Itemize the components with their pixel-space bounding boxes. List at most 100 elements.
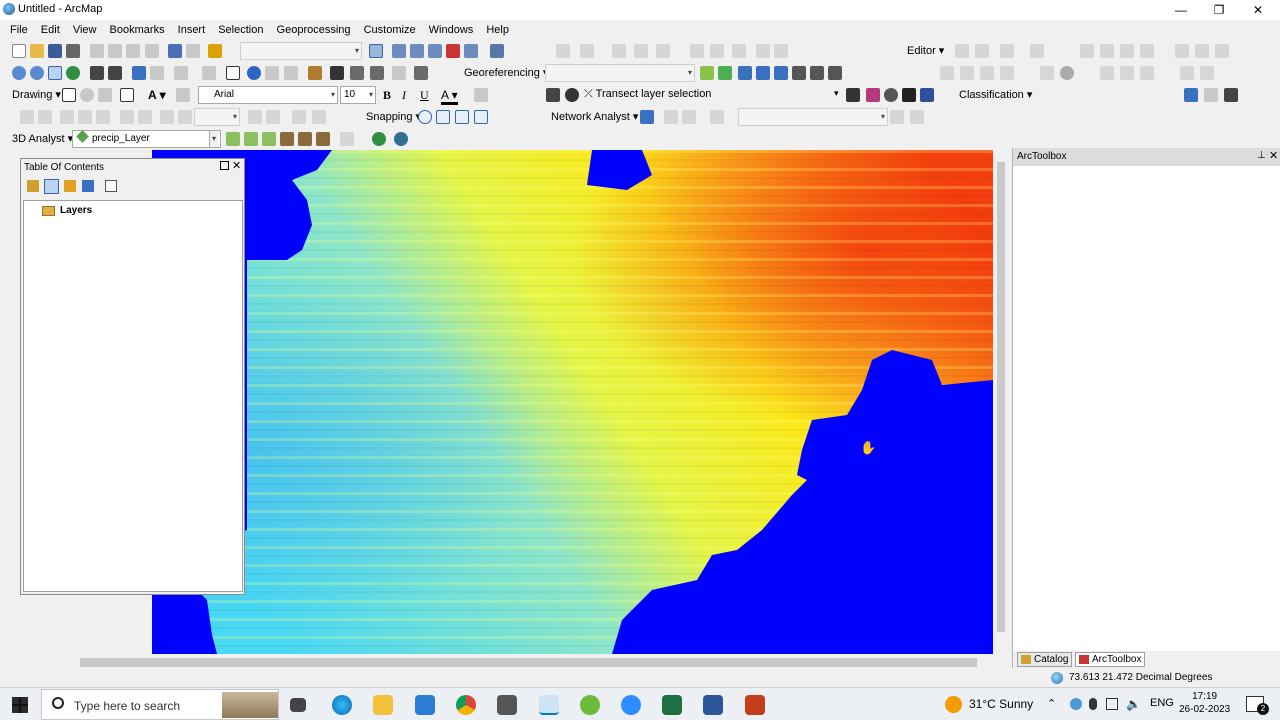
menu-geoprocessing[interactable]: Geoprocessing	[272, 20, 356, 40]
arctoolbox-close-button[interactable]: ✕	[1269, 149, 1278, 162]
add-control-points-icon[interactable]	[700, 66, 714, 80]
drawing-menu[interactable]: Drawing ▾	[12, 88, 61, 101]
tab-catalog[interactable]: Catalog	[1017, 652, 1073, 667]
bring-front-icon[interactable]	[20, 110, 34, 124]
system-clock[interactable]: 17:19 26-02-2023	[1179, 690, 1230, 716]
topo-properties-icon[interactable]	[1180, 66, 1194, 80]
classification-chart-icon[interactable]	[1204, 88, 1218, 102]
italic-button[interactable]: I	[402, 88, 406, 103]
edge-snap-icon[interactable]	[474, 110, 488, 124]
analyst3d-menu[interactable]: 3D Analyst ▾	[12, 132, 73, 145]
topo-split-icon[interactable]	[1000, 66, 1014, 80]
georef-links-icon[interactable]	[248, 110, 262, 124]
vertex-snap-icon[interactable]	[455, 110, 469, 124]
list-by-visibility-icon[interactable]	[64, 180, 76, 192]
publish-icon[interactable]	[774, 44, 788, 58]
undo-icon[interactable]	[168, 44, 182, 58]
build-network-icon[interactable]	[910, 110, 924, 124]
align-center-icon[interactable]	[78, 110, 92, 124]
windows-start-icon[interactable]	[12, 697, 28, 713]
rotate-tool-icon[interactable]	[828, 66, 842, 80]
layout-icon[interactable]	[414, 66, 428, 80]
close-button[interactable]: ✕	[1241, 0, 1275, 20]
toc-window-icon[interactable]	[392, 44, 406, 58]
toc-float-button[interactable]	[220, 161, 229, 170]
editor-menu[interactable]: Editor ▾	[907, 44, 944, 57]
arccatalog-icon[interactable]	[497, 695, 517, 715]
rectangle-icon[interactable]	[120, 88, 134, 102]
mail-icon[interactable]	[415, 695, 435, 715]
html-popup-icon[interactable]	[284, 66, 298, 80]
shift-raster-icon[interactable]	[756, 66, 770, 80]
clear-selection-icon[interactable]	[202, 66, 216, 80]
point-snap-icon[interactable]	[418, 110, 432, 124]
topo-snap-icon[interactable]	[960, 66, 974, 80]
straight-segment-icon[interactable]	[1000, 44, 1014, 58]
menu-windows[interactable]: Windows	[424, 20, 479, 40]
measure-icon[interactable]	[308, 66, 322, 80]
ungroup-icon[interactable]	[160, 110, 174, 124]
zoom-in-icon[interactable]	[12, 66, 26, 80]
auto-registration-icon[interactable]	[718, 66, 732, 80]
topo-shared-icon[interactable]	[1140, 66, 1154, 80]
fill-color-icon[interactable]	[474, 88, 488, 102]
snapping-menu[interactable]: Snapping ▾	[366, 110, 421, 123]
attributes-icon[interactable]	[1120, 44, 1134, 58]
minimize-button[interactable]: —	[1164, 0, 1198, 20]
fixed-zoom-out-icon[interactable]	[108, 66, 122, 80]
help-icon[interactable]	[902, 88, 916, 102]
swipe-icon[interactable]	[546, 88, 560, 102]
layer-combo[interactable]: precip_Layer ▾	[72, 130, 221, 148]
rotate-raster-icon[interactable]	[738, 66, 752, 80]
georef-fit-icon[interactable]	[266, 110, 280, 124]
vertical-scroll-thumb[interactable]	[997, 162, 1005, 632]
toc-options-icon[interactable]	[105, 180, 117, 192]
align-right-icon[interactable]	[96, 110, 110, 124]
error-inspector-icon[interactable]	[710, 44, 724, 58]
callout-icon[interactable]	[176, 88, 190, 102]
back-extent-icon[interactable]	[132, 66, 146, 80]
weather-text[interactable]: 31°C Sunny	[969, 697, 1033, 711]
interpolate-point-icon[interactable]	[280, 132, 294, 146]
menu-edit[interactable]: Edit	[36, 20, 65, 40]
network-layer-combo[interactable]: ▾	[738, 108, 888, 126]
go-to-xy-icon[interactable]	[350, 66, 364, 80]
map-vertical-scrollbar[interactable]	[994, 150, 1008, 654]
edit-extra-icon[interactable]	[1215, 44, 1229, 58]
select-location-icon[interactable]	[682, 110, 696, 124]
select-features-icon[interactable]	[174, 66, 188, 80]
font-name-combo[interactable]: Arial ▾	[198, 86, 338, 104]
cut-polygon-icon[interactable]	[1030, 44, 1044, 58]
feature-template-icon[interactable]	[1195, 44, 1209, 58]
hyperlink-icon[interactable]	[265, 66, 279, 80]
end-snap-icon[interactable]	[436, 110, 450, 124]
word-icon[interactable]	[703, 695, 723, 715]
classification-menu[interactable]: Classification ▾	[959, 88, 1032, 101]
send-back-icon[interactable]	[38, 110, 52, 124]
profile-graph-icon[interactable]	[340, 132, 354, 146]
paste-icon[interactable]	[126, 44, 140, 58]
notification-center-icon[interactable]: 2	[1246, 696, 1269, 715]
arctoolbox-icon[interactable]	[446, 44, 460, 58]
trace-icon[interactable]	[656, 44, 670, 58]
georeferencing-menu[interactable]: Georeferencing ▾	[464, 66, 548, 79]
zoom-selected-icon[interactable]	[98, 88, 112, 102]
menu-help[interactable]: Help	[481, 20, 514, 40]
task-view-icon[interactable]	[290, 698, 306, 712]
refresh-icon[interactable]	[884, 88, 898, 102]
text-symbol-icon[interactable]	[920, 88, 934, 102]
swipe-layer-icon[interactable]	[866, 88, 880, 102]
font-size-combo[interactable]: 10 ▾	[340, 86, 376, 104]
text-tool[interactable]: A ▾	[148, 88, 166, 102]
python-window-icon[interactable]	[464, 44, 478, 58]
wifi-icon[interactable]	[1106, 698, 1118, 710]
map-horizontal-scrollbar[interactable]	[0, 655, 1008, 669]
build-icon[interactable]	[732, 44, 746, 58]
sketch-icon[interactable]	[580, 44, 594, 58]
line-width-combo[interactable]: ▾	[194, 108, 240, 126]
link-table-icon[interactable]	[792, 66, 806, 80]
network-analyst-menu[interactable]: Network Analyst ▾	[551, 110, 638, 123]
excel-icon[interactable]	[662, 695, 682, 715]
zoom-out-icon[interactable]	[30, 66, 44, 80]
maximize-button[interactable]: ❐	[1202, 0, 1236, 20]
